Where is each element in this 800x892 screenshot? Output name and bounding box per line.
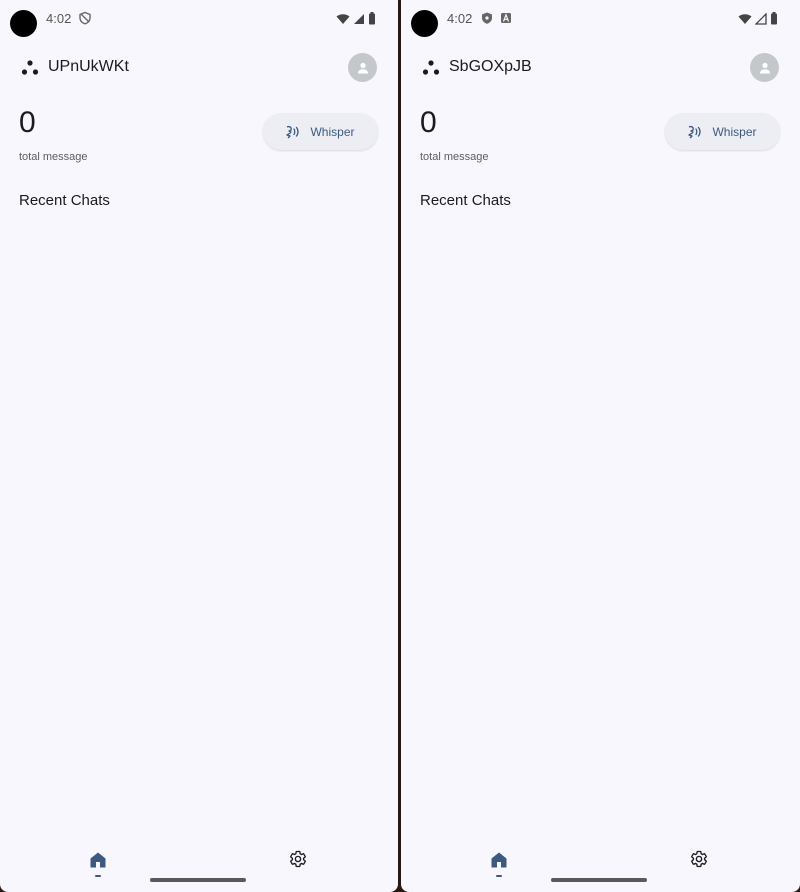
cell-signal-icon <box>755 12 767 25</box>
status-time: 4:02 <box>46 11 72 26</box>
whisper-button[interactable]: Whisper <box>263 113 378 150</box>
home-selected-indicator <box>95 875 101 877</box>
home-selected-indicator <box>496 875 502 877</box>
whisper-label: Whisper <box>310 124 355 139</box>
total-message-count: 0 <box>19 106 36 139</box>
battery-icon <box>771 12 777 25</box>
app-bar: UPnUkWKt <box>0 50 398 86</box>
total-message-label: total message <box>19 151 88 163</box>
home-nav-icon[interactable] <box>490 851 508 869</box>
gesture-handle <box>150 878 246 882</box>
app-bar: SbGOXpJB <box>401 50 800 86</box>
whisper-voice-icon <box>286 125 300 138</box>
status-bar: 4:02 <box>401 0 800 40</box>
profile-avatar[interactable] <box>750 53 779 82</box>
camera-cutout <box>10 10 37 37</box>
cell-signal-icon <box>354 13 364 24</box>
total-message-label: total message <box>420 151 489 163</box>
wifi-icon <box>336 13 350 24</box>
system-icons <box>738 12 778 25</box>
status-bar: 4:02 <box>0 0 398 40</box>
total-message-count: 0 <box>420 106 437 139</box>
app-title: SbGOXpJB <box>449 58 532 75</box>
settings-gear-icon[interactable] <box>289 850 307 868</box>
app-logo-icon <box>422 60 440 75</box>
status-time: 4:02 <box>447 11 473 26</box>
app-logo-icon <box>21 60 39 75</box>
whisper-button[interactable]: Whisper <box>665 113 780 150</box>
system-icons <box>336 12 376 25</box>
whisper-label: Whisper <box>712 124 757 139</box>
profile-avatar[interactable] <box>348 53 377 82</box>
camera-cutout <box>411 10 438 37</box>
home-nav-icon[interactable] <box>89 851 107 869</box>
settings-gear-icon[interactable] <box>690 850 708 868</box>
shield-filled-icon <box>482 12 492 24</box>
wifi-icon <box>738 13 752 24</box>
whisper-voice-icon <box>688 125 702 138</box>
app-title: UPnUkWKt <box>48 58 129 75</box>
person-icon <box>759 62 770 73</box>
a-badge-icon <box>501 13 511 23</box>
gesture-handle <box>551 878 647 882</box>
recent-chats-heading: Recent Chats <box>420 192 511 209</box>
recent-chats-heading: Recent Chats <box>19 192 110 209</box>
right-app-pane: 4:02 SbGOXpJB 0 total message Whisper Re… <box>401 0 800 892</box>
shield-outline-icon <box>79 11 91 25</box>
battery-icon <box>369 12 375 25</box>
person-icon <box>357 62 368 73</box>
left-app-pane: 4:02 UPnUkWKt 0 total message Whisper Re… <box>0 0 398 892</box>
